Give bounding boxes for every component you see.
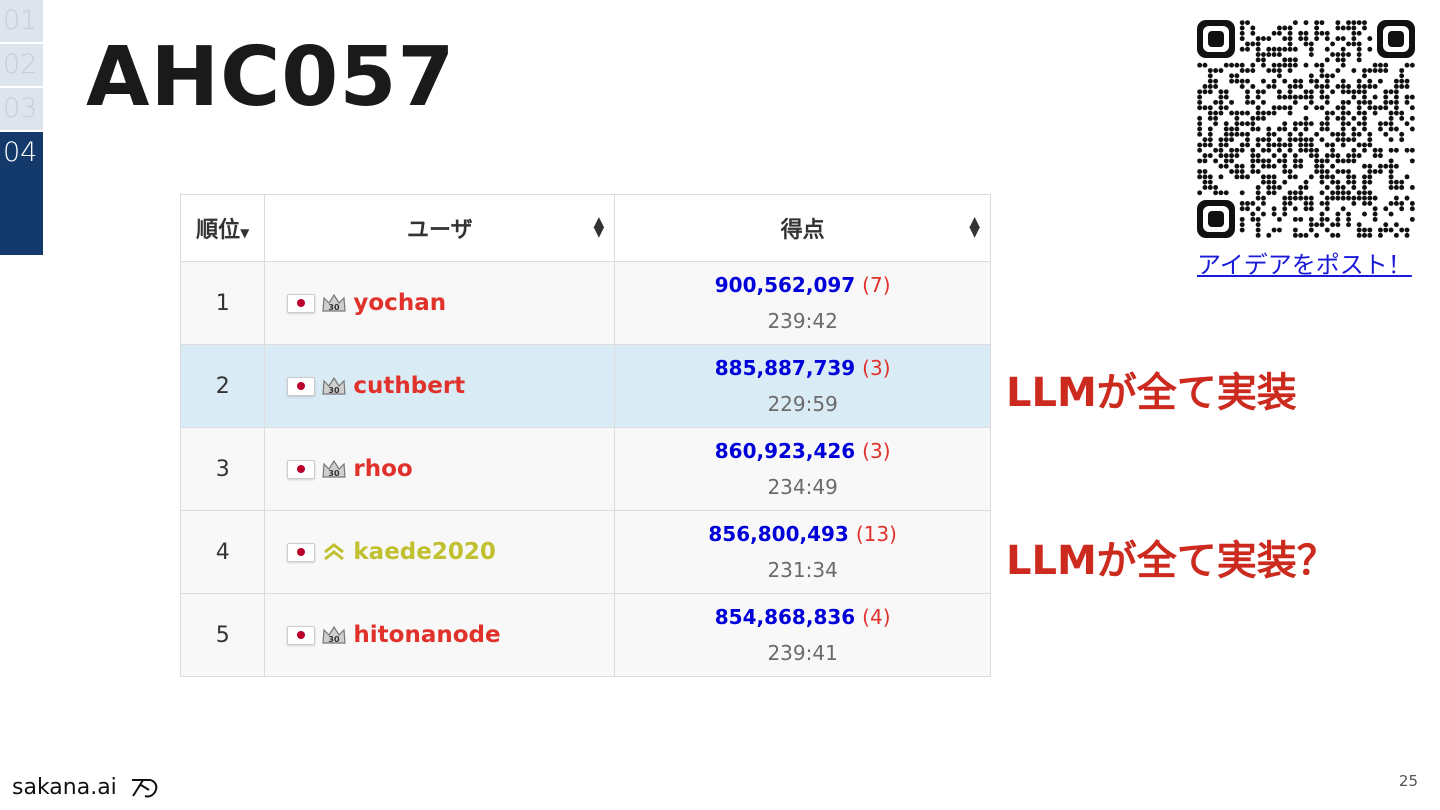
rank-value: 5 [179, 593, 266, 677]
rank-value: 1 [179, 261, 266, 345]
japan-flag-icon [287, 542, 316, 562]
nav-item-01[interactable]: 01 [0, 0, 43, 42]
nav-item-04[interactable]: 04 [0, 132, 43, 255]
annotation-second: LLMが全て実装？ [1006, 538, 1337, 584]
score-cell: 856,800,493 (13) 231:34 [614, 510, 991, 594]
sort-icon: ▲ ▼ [969, 214, 980, 240]
rank-value: 2 [179, 344, 266, 428]
nav-item-02[interactable]: 02 [0, 44, 43, 86]
rank-value: 3 [179, 427, 266, 511]
user-link[interactable]: rhoo [353, 456, 412, 482]
rank-header-label: 順位 [196, 218, 241, 243]
score-value: 900,562,097 [714, 273, 856, 297]
elapsed-time: 234:49 [767, 475, 838, 499]
sort-icon: ▲ ▼ [593, 214, 605, 240]
submission-count: (7) [862, 273, 891, 297]
crown-icon: 30 [322, 625, 347, 644]
slide-title: AHC057 [86, 30, 456, 125]
submission-count: (13) [855, 522, 897, 546]
table-row: 5 30 hitonanode 854,868,836 (4) 239:41 [179, 593, 991, 677]
nav-item-03[interactable]: 03 [0, 88, 43, 130]
brand-logo: sakana.ai [12, 774, 163, 800]
sort-desc-icon: ▼ [240, 226, 250, 240]
user-cell: 30 cuthbert [264, 344, 616, 428]
crown-icon: 30 [322, 376, 347, 395]
score-cell: 860,923,426 (3) 234:49 [614, 427, 991, 511]
svg-text:30: 30 [329, 635, 341, 644]
user-cell: kaede2020 [264, 510, 616, 594]
score-value: 854,868,836 [714, 605, 856, 629]
user-header-label: ユーザ [407, 218, 473, 243]
annotation-first: LLMが全て実装 [1006, 370, 1297, 416]
submission-count: (3) [862, 356, 891, 380]
chevron-up-icon [324, 543, 345, 561]
score-header[interactable]: 得点 ▲ ▼ [614, 194, 991, 262]
score-cell: 885,887,739 (3) 229:59 [614, 344, 991, 428]
score-value: 860,923,426 [714, 439, 856, 463]
elapsed-time: 231:34 [767, 558, 838, 582]
japan-flag-icon [287, 459, 316, 479]
user-link[interactable]: hitonanode [353, 622, 500, 648]
table-row: 3 30 rhoo 860,923,426 (3) 234:49 [179, 427, 991, 511]
japan-flag-icon [287, 625, 316, 645]
table-row: 2 30 cuthbert 885,887,739 (3) 229:59 [179, 344, 991, 428]
svg-text:30: 30 [329, 386, 341, 395]
ranking-table: 順位▼ ユーザ ▲ ▼ 得点 ▲ ▼ 1 30 yochan 900,562,0… [179, 194, 991, 677]
svg-text:30: 30 [329, 469, 341, 478]
submission-count: (3) [862, 439, 891, 463]
elapsed-time: 239:42 [767, 309, 838, 333]
submission-count: (4) [862, 605, 891, 629]
score-header-label: 得点 [780, 218, 825, 243]
user-cell: 30 hitonanode [264, 593, 616, 677]
table-row: 4 kaede2020 856,800,493 (13) 231:34 [179, 510, 991, 594]
rank-header[interactable]: 順位▼ [179, 194, 266, 262]
table-row: 1 30 yochan 900,562,097 (7) 239:42 [179, 261, 991, 345]
fish-logo-icon [131, 779, 158, 798]
score-value: 885,887,739 [714, 356, 856, 380]
user-link[interactable]: kaede2020 [353, 539, 496, 565]
crown-icon: 30 [322, 293, 347, 312]
page-number: 25 [1398, 772, 1418, 790]
svg-text:30: 30 [329, 303, 341, 312]
crown-icon: 30 [322, 459, 347, 478]
rank-value: 4 [179, 510, 266, 594]
qr-code-icon[interactable] [1197, 20, 1415, 238]
user-cell: 30 yochan [264, 261, 616, 345]
user-link[interactable]: cuthbert [353, 373, 465, 399]
brand-name: sakana.ai [12, 774, 117, 800]
elapsed-time: 239:41 [767, 641, 838, 665]
score-value: 856,800,493 [708, 522, 849, 546]
user-header[interactable]: ユーザ ▲ ▼ [264, 194, 616, 262]
score-cell: 900,562,097 (7) 239:42 [614, 261, 991, 345]
score-cell: 854,868,836 (4) 239:41 [614, 593, 991, 677]
elapsed-time: 229:59 [767, 392, 838, 416]
post-idea-link[interactable]: アイデアをポスト！ [1197, 245, 1412, 280]
japan-flag-icon [287, 376, 316, 396]
section-nav: 01 02 03 04 [0, 0, 43, 257]
user-link[interactable]: yochan [353, 290, 446, 316]
user-cell: 30 rhoo [264, 427, 616, 511]
japan-flag-icon [287, 293, 316, 313]
